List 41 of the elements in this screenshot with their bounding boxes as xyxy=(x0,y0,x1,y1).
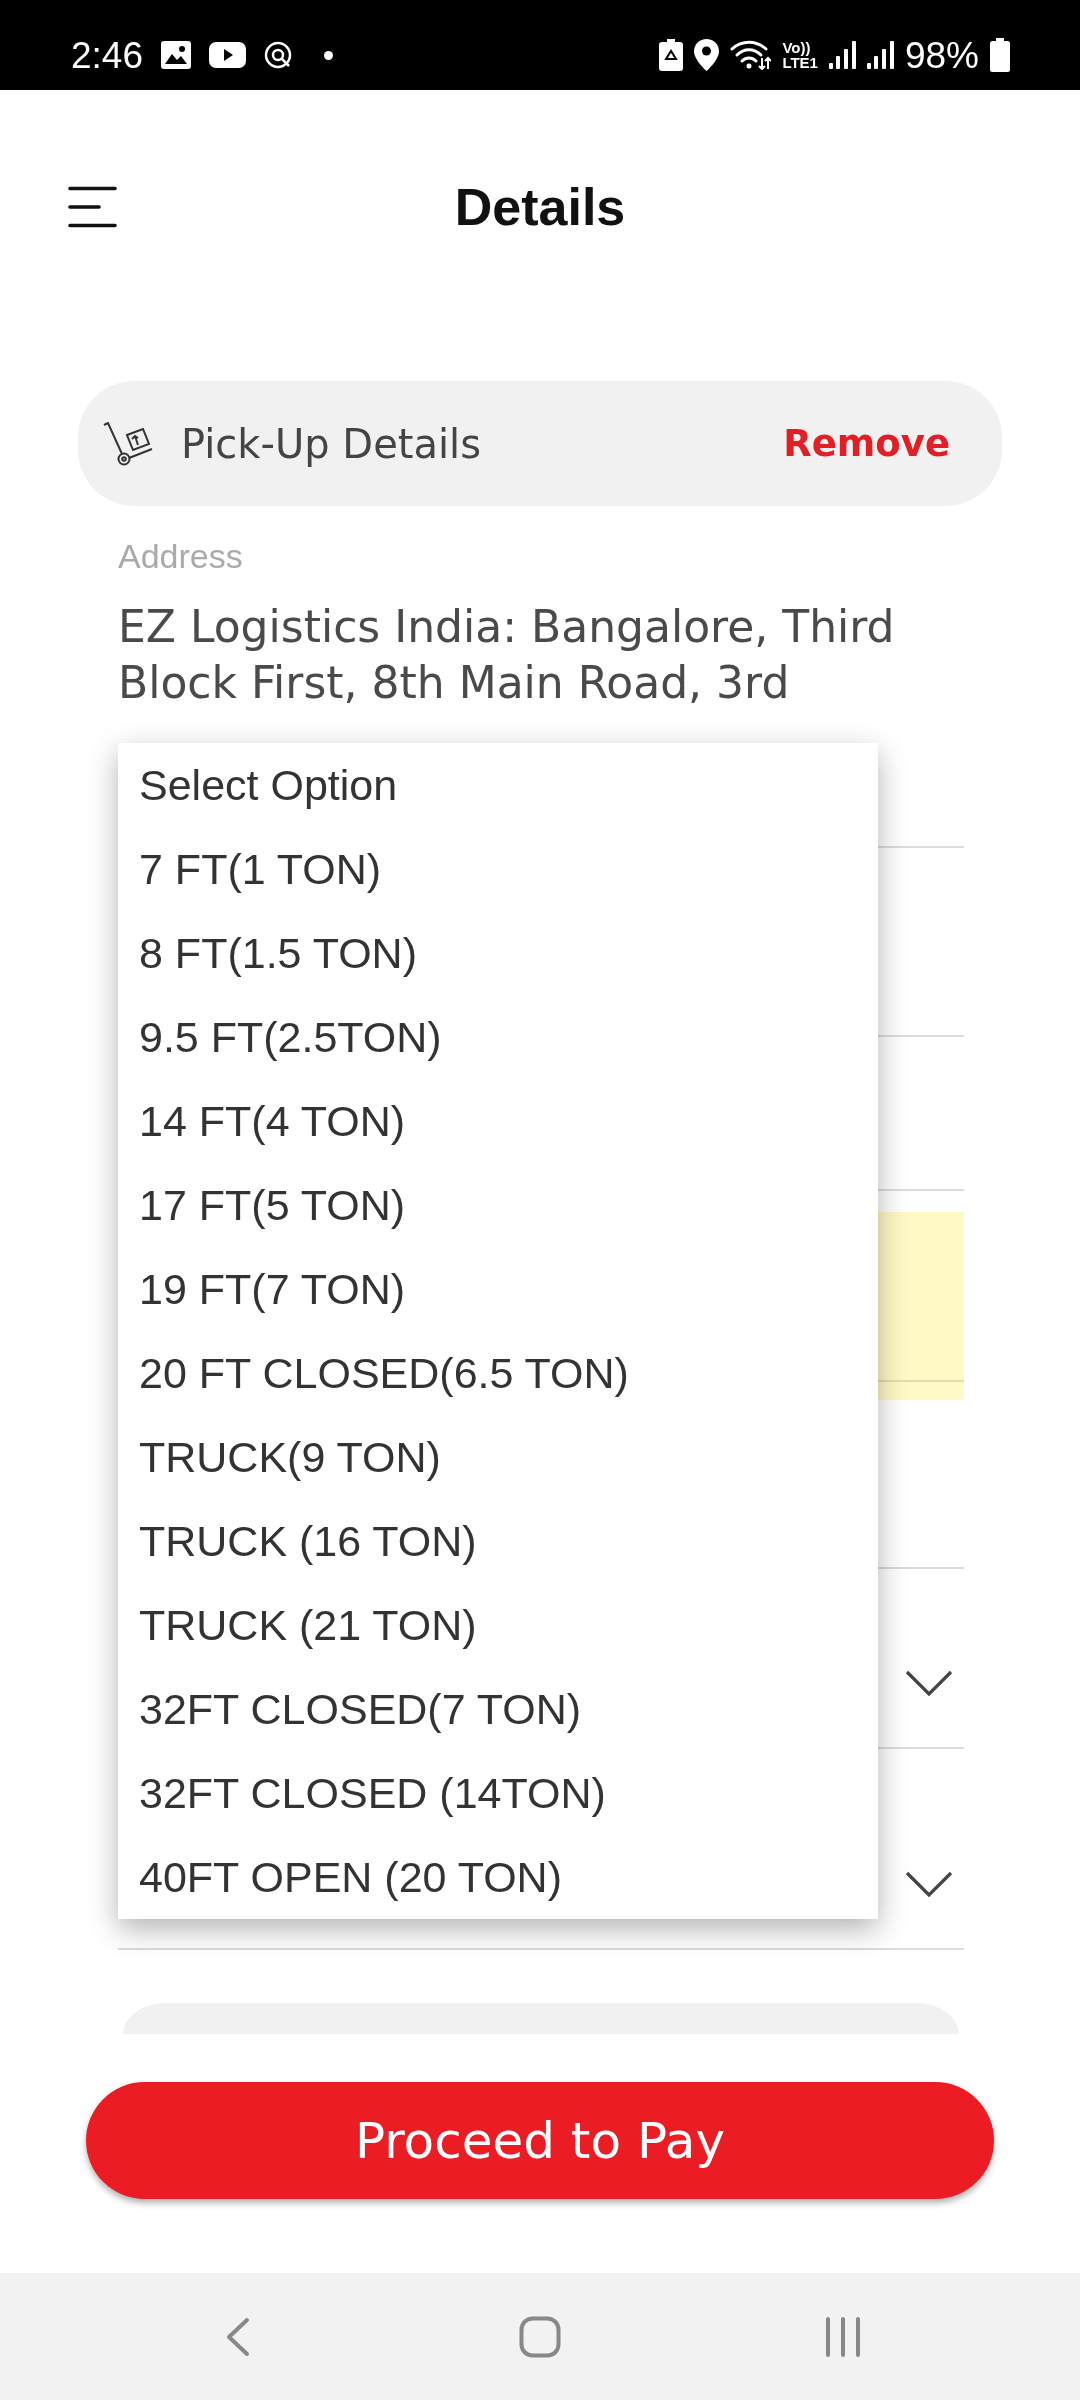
dropdown-option[interactable]: TRUCK (16 TON) xyxy=(118,1499,878,1583)
dropdown-option[interactable]: 20 FT CLOSED(6.5 TON) xyxy=(118,1331,878,1415)
battery-percent: 98% xyxy=(904,36,979,74)
dropdown-option[interactable]: 17 FT(5 TON) xyxy=(118,1163,878,1247)
wifi-icon xyxy=(730,40,772,70)
proceed-to-pay-button[interactable]: Proceed to Pay xyxy=(86,2082,994,2199)
card-title: Pick-Up Details xyxy=(181,420,481,467)
remove-link[interactable]: Remove xyxy=(783,422,950,465)
address-value: EZ Logistics India: Bangalore, Third Block First, 8th Main Road, 3rd xyxy=(118,600,896,710)
back-icon[interactable] xyxy=(224,2316,250,2357)
dropdown-option[interactable]: 32FT CLOSED (14TON) xyxy=(118,1751,878,1835)
lte-label: LTE1 xyxy=(782,55,818,70)
recent-apps-icon[interactable] xyxy=(825,2316,861,2357)
address-label: Address xyxy=(118,537,244,576)
dropdown-option[interactable]: 9.5 FT(2.5TON) xyxy=(118,995,878,1079)
at-sign-icon xyxy=(264,41,292,69)
dropdown-option[interactable]: TRUCK (21 TON) xyxy=(118,1583,878,1667)
dropdown-option[interactable]: 40FT OPEN (20 TON) xyxy=(118,1835,878,1919)
menu-icon[interactable] xyxy=(68,186,117,228)
status-time: 2:46 xyxy=(71,36,143,74)
volte-label: Vo)) xyxy=(782,40,811,55)
battery-icon xyxy=(990,38,1010,72)
chevron-down-icon[interactable] xyxy=(905,1670,953,1697)
video-play-icon xyxy=(209,42,246,68)
home-icon[interactable] xyxy=(519,2315,561,2358)
signal-icon xyxy=(828,41,856,69)
dropdown-option[interactable]: 32FT CLOSED(7 TON) xyxy=(118,1667,878,1751)
notification-dot-icon xyxy=(324,50,333,60)
signal-icon xyxy=(866,41,894,69)
hand-truck-icon xyxy=(103,421,153,466)
battery-saver-icon xyxy=(659,39,684,71)
dropdown-option[interactable]: 8 FT(1.5 TON) xyxy=(118,911,878,995)
page-title: Details xyxy=(454,177,626,237)
dropdown-option[interactable]: Select Option xyxy=(118,743,878,827)
dropdown-option[interactable]: 19 FT(7 TON) xyxy=(118,1247,878,1331)
dropdown-option[interactable]: TRUCK(9 TON) xyxy=(118,1415,878,1499)
chevron-down-icon[interactable] xyxy=(905,1871,953,1898)
dropdown-option[interactable]: 14 FT(4 TON) xyxy=(118,1079,878,1163)
location-pin-icon xyxy=(694,39,720,71)
dropdown-option[interactable]: 7 FT(1 TON) xyxy=(118,827,878,911)
image-icon xyxy=(161,41,191,69)
